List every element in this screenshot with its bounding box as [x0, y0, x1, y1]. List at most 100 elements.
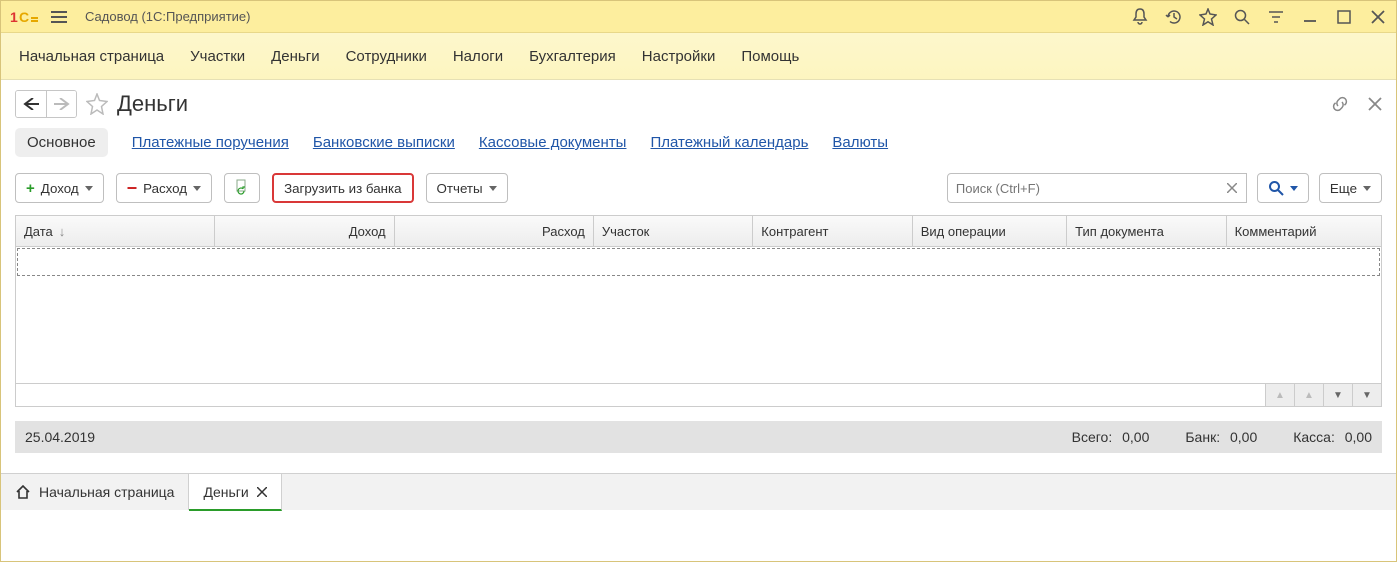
search-button[interactable]	[1257, 173, 1309, 203]
home-icon	[15, 485, 31, 499]
chevron-down-icon	[1290, 186, 1298, 191]
status-cash-value: 0,00	[1345, 429, 1372, 445]
column-header-label: Доход	[349, 224, 386, 239]
status-date: 25.04.2019	[25, 429, 95, 445]
table-scroll-controls: ▲ ▲ ▼ ▼	[16, 383, 1381, 406]
section-tabs: Основное Платежные поручения Банковские …	[1, 122, 1396, 167]
tab-money-label: Деньги	[203, 484, 248, 500]
column-header-label: Дата	[24, 224, 53, 239]
main-menu: Начальная страница Участки Деньги Сотруд…	[1, 33, 1396, 80]
status-bank-value: 0,00	[1230, 429, 1257, 445]
load-from-bank-label: Загрузить из банка	[284, 181, 401, 196]
nav-forward-button[interactable]	[46, 91, 76, 117]
tab-home-label: Начальная страница	[39, 484, 174, 500]
link-icon[interactable]	[1330, 94, 1350, 114]
tab-close-icon[interactable]	[257, 487, 267, 497]
status-total-label: Всего:	[1072, 429, 1113, 445]
reports-button-label: Отчеты	[437, 181, 483, 196]
search-input[interactable]	[947, 173, 1247, 203]
clear-search-icon[interactable]	[1223, 173, 1241, 203]
scroll-last-icon[interactable]: ▼	[1352, 384, 1381, 406]
menu-item-taxes[interactable]: Налоги	[453, 48, 503, 65]
maximize-icon[interactable]	[1334, 7, 1354, 27]
main-menu-icon[interactable]	[47, 1, 71, 33]
menu-item-plots[interactable]: Участки	[190, 48, 245, 65]
column-header-label: Вид операции	[921, 224, 1006, 239]
tab-money[interactable]: Деньги	[189, 474, 281, 511]
column-header[interactable]: Дата ↓	[16, 216, 215, 246]
bell-icon[interactable]	[1130, 7, 1150, 27]
scroll-first-icon[interactable]: ▲	[1265, 384, 1294, 406]
tab-home[interactable]: Начальная страница	[1, 474, 189, 510]
empty-row[interactable]	[17, 248, 1380, 276]
toolbar: + Доход − Расход Загрузить из банка Отче…	[1, 167, 1396, 209]
column-header[interactable]: Расход	[395, 216, 594, 246]
scroll-down-icon[interactable]: ▼	[1323, 384, 1352, 406]
column-header[interactable]: Доход	[215, 216, 394, 246]
scroll-up-icon[interactable]: ▲	[1294, 384, 1323, 406]
favorite-star-icon[interactable]	[85, 92, 109, 116]
column-header[interactable]: Тип документа	[1067, 216, 1226, 246]
app-title: Садовод (1С:Предприятие)	[85, 9, 251, 24]
column-header[interactable]: Вид операции	[913, 216, 1067, 246]
menu-item-home[interactable]: Начальная страница	[19, 48, 164, 65]
search-icon[interactable]	[1232, 7, 1252, 27]
titlebar: 1C Садовод (1С:Предприятие)	[1, 1, 1396, 33]
menu-item-accounting[interactable]: Бухгалтерия	[529, 48, 616, 65]
document-refresh-icon	[233, 179, 251, 197]
menu-item-staff[interactable]: Сотрудники	[346, 48, 427, 65]
income-button[interactable]: + Доход	[15, 173, 104, 203]
chevron-down-icon	[489, 186, 497, 191]
column-header-label: Комментарий	[1235, 224, 1317, 239]
menu-item-money[interactable]: Деньги	[271, 48, 319, 65]
income-button-label: Доход	[41, 181, 79, 196]
menu-item-settings[interactable]: Настройки	[642, 48, 716, 65]
window-tabs: Начальная страница Деньги	[1, 473, 1396, 510]
column-header[interactable]: Участок	[594, 216, 753, 246]
chevron-down-icon	[193, 186, 201, 191]
expense-button-label: Расход	[143, 181, 187, 196]
section-tab-bank-statements[interactable]: Банковские выписки	[313, 134, 455, 151]
filter-icon[interactable]	[1266, 7, 1286, 27]
refresh-button[interactable]	[224, 173, 260, 203]
star-icon[interactable]	[1198, 7, 1218, 27]
chevron-down-icon	[85, 186, 93, 191]
column-header-label: Тип документа	[1075, 224, 1164, 239]
column-header-label: Расход	[542, 224, 585, 239]
menu-item-help[interactable]: Помощь	[741, 48, 799, 65]
magnifier-icon	[1268, 180, 1284, 196]
table-header-row: Дата ↓ Доход Расход Участок Контрагент Вид опе…	[16, 216, 1381, 247]
column-header-label: Участок	[602, 224, 650, 239]
nav-history	[15, 90, 77, 118]
section-tab-payment-calendar[interactable]: Платежный календарь	[650, 134, 808, 151]
status-total-value: 0,00	[1122, 429, 1149, 445]
more-button-label: Еще	[1330, 181, 1357, 196]
svg-text:1: 1	[10, 9, 18, 25]
column-header[interactable]: Контрагент	[753, 216, 912, 246]
plus-icon: +	[26, 180, 35, 197]
more-button[interactable]: Еще	[1319, 173, 1382, 203]
column-header-label: Контрагент	[761, 224, 828, 239]
logo-1c: 1C	[9, 7, 41, 27]
status-bank-label: Банк:	[1185, 429, 1220, 445]
page-close-icon[interactable]	[1368, 97, 1382, 111]
section-tab-currencies[interactable]: Валюты	[832, 134, 888, 151]
svg-text:C: C	[19, 9, 29, 25]
section-tab-cash-documents[interactable]: Кассовые документы	[479, 134, 627, 151]
status-bar: 25.04.2019 Всего: 0,00 Банк: 0,00 Касса:…	[15, 421, 1382, 453]
section-tab-payment-orders[interactable]: Платежные поручения	[132, 134, 289, 151]
chevron-down-icon	[1363, 186, 1371, 191]
nav-back-button[interactable]	[16, 91, 46, 117]
sort-arrow-icon: ↓	[59, 224, 66, 239]
section-tab-main[interactable]: Основное	[15, 128, 108, 157]
load-from-bank-button[interactable]: Загрузить из банка	[272, 173, 413, 203]
history-icon[interactable]	[1164, 7, 1184, 27]
close-icon[interactable]	[1368, 7, 1388, 27]
minimize-icon[interactable]	[1300, 7, 1320, 27]
status-cash-label: Касса:	[1293, 429, 1335, 445]
transactions-table: Дата ↓ Доход Расход Участок Контрагент Вид опе…	[15, 215, 1382, 407]
column-header[interactable]: Комментарий	[1227, 216, 1381, 246]
page-header: Деньги	[1, 80, 1396, 122]
expense-button[interactable]: − Расход	[116, 173, 212, 203]
reports-button[interactable]: Отчеты	[426, 173, 508, 203]
